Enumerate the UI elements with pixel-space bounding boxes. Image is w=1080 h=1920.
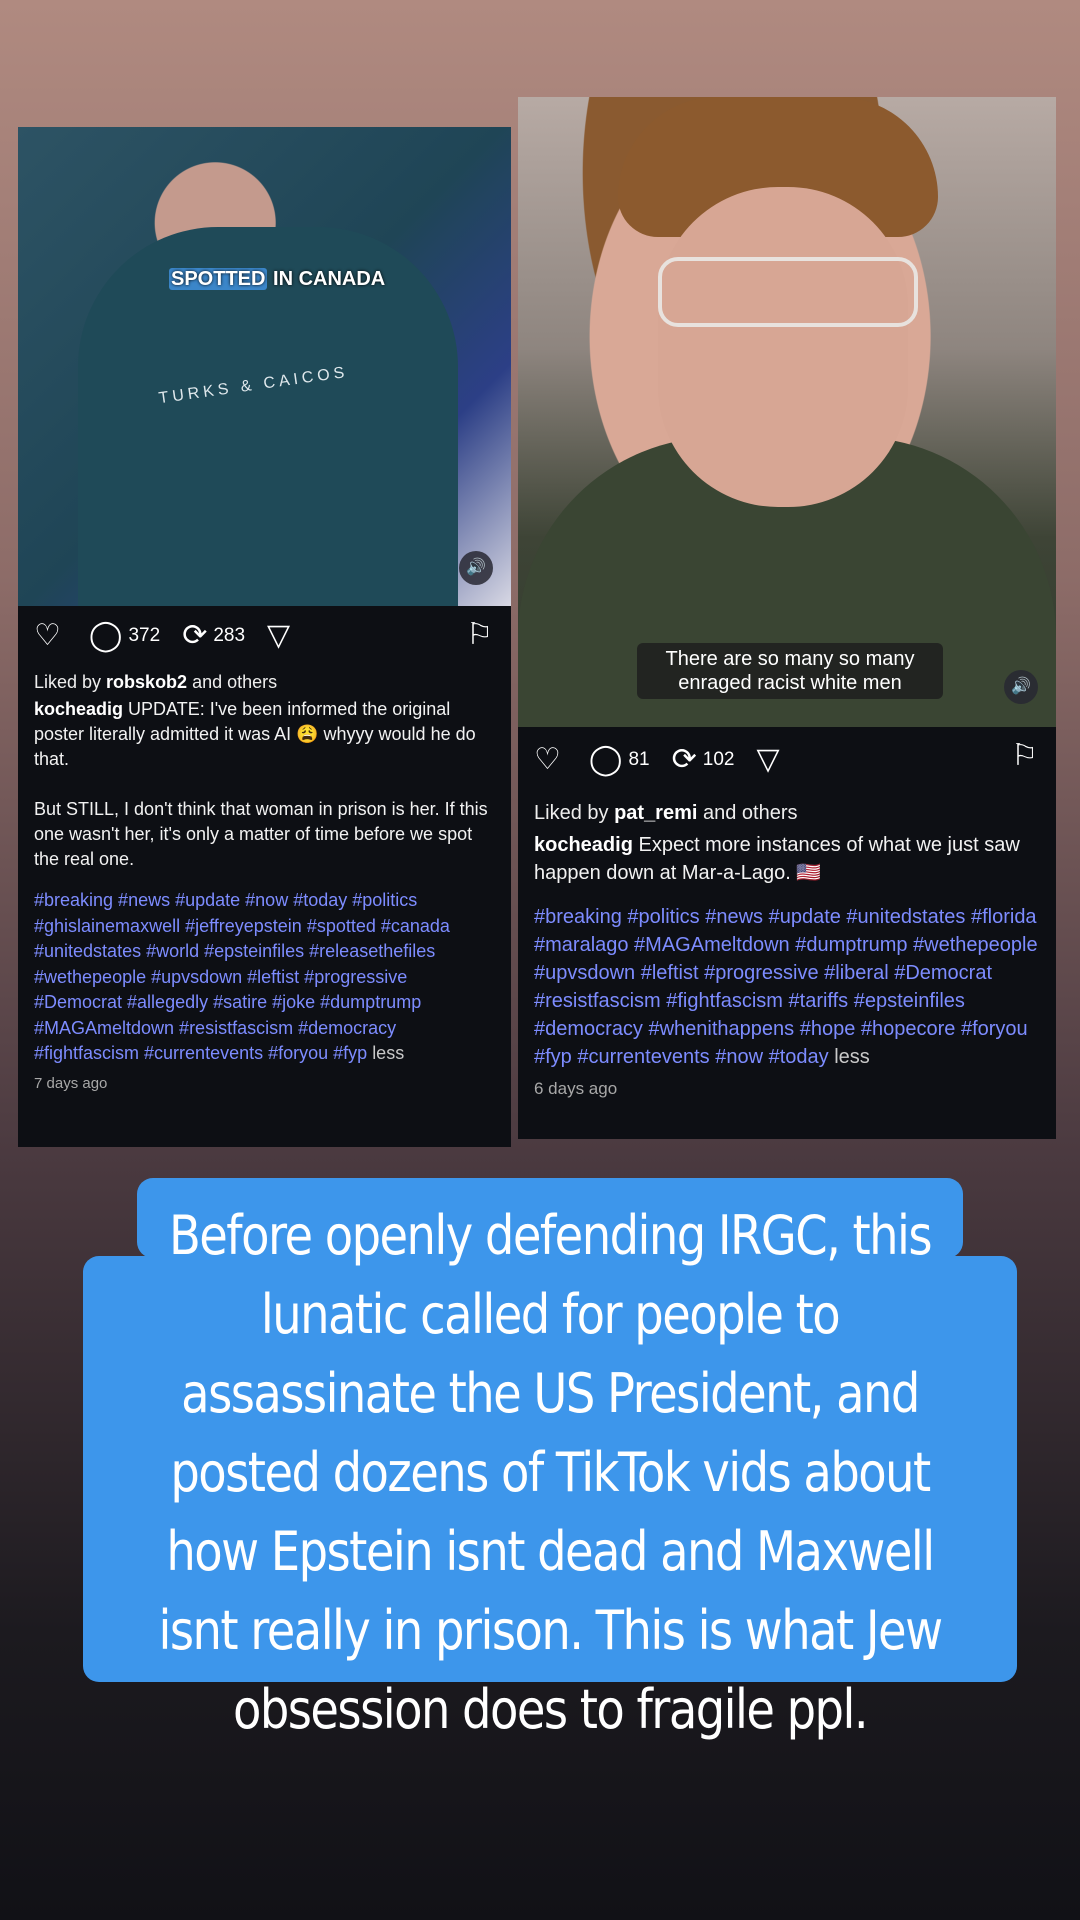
post-caption: kocheadig UPDATE: I've been informed the… <box>18 693 511 872</box>
hashtags: #breaking #politics #news #update #unite… <box>518 887 1056 1071</box>
share-button[interactable]: ▽ <box>267 621 296 651</box>
video-person-glasses <box>658 257 918 327</box>
comment-button[interactable]: ◯ 372 <box>89 621 160 651</box>
post-age: 7 days ago <box>34 1074 108 1092</box>
sound-icon[interactable]: 🔊 <box>459 551 493 585</box>
author-name[interactable]: kocheadig <box>34 699 123 719</box>
repost-icon: ⟳ <box>671 743 697 776</box>
post-video-2[interactable]: There are so many so many enraged racist… <box>518 97 1056 727</box>
caption-text: UPDATE: I've been informed the original … <box>34 699 488 869</box>
like-button[interactable]: ♡ <box>34 621 67 651</box>
comment-button[interactable]: ◯ 81 <box>589 745 650 775</box>
liked-suffix: and others <box>697 802 798 824</box>
hashtag-list[interactable]: #breaking #news #update #now #today #pol… <box>34 890 450 1063</box>
action-bar: ♡ ◯ 372 ⟳ 283 ▽ ⚐ <box>18 606 511 666</box>
repost-button[interactable]: ⟳ 283 <box>182 621 245 651</box>
liked-user[interactable]: robskob2 <box>106 672 187 692</box>
post-video-1[interactable]: TURKS & CAICOS SPOTTED IN CANADA 🔊 <box>18 127 511 606</box>
share-button[interactable]: ▽ <box>756 745 785 775</box>
post-caption: kocheadig Expect more instances of what … <box>518 827 1056 887</box>
hashtag-list[interactable]: #breaking #politics #news #update #unite… <box>534 906 1038 1068</box>
overlay-highlight: SPOTTED <box>169 268 268 290</box>
sound-icon[interactable]: 🔊 <box>1004 670 1038 704</box>
comment-icon: ◯ <box>588 743 623 776</box>
action-bar: ♡ ◯ 81 ⟳ 102 ▽ ⚐ <box>518 727 1056 793</box>
comment-count: 372 <box>128 625 161 646</box>
post-card-1: TURKS & CAICOS SPOTTED IN CANADA 🔊 ♡ ◯ 37… <box>18 127 511 1147</box>
repost-button[interactable]: ⟳ 102 <box>672 745 735 775</box>
video-caption-overlay: There are so many so many enraged racist… <box>637 643 943 699</box>
video-person-face <box>658 187 908 507</box>
story-text-banner: Before openly defending IRGC, this lunat… <box>158 1204 943 1741</box>
author-name[interactable]: kocheadig <box>534 834 633 856</box>
comment-icon: ◯ <box>88 619 123 652</box>
liked-suffix: and others <box>187 672 278 692</box>
overlay-rest: IN CANADA <box>267 268 386 290</box>
liked-prefix: Liked by <box>534 802 615 824</box>
video-caption-overlay: SPOTTED IN CANADA <box>151 263 403 295</box>
post-age: 6 days ago <box>534 1079 618 1098</box>
heart-icon: ♡ <box>534 743 561 776</box>
bookmark-icon[interactable]: ⚐ <box>1011 741 1038 771</box>
liked-user[interactable]: pat_remi <box>614 802 697 824</box>
post-card-2: There are so many so many enraged racist… <box>518 97 1056 1139</box>
bookmark-icon[interactable]: ⚐ <box>466 620 493 650</box>
less-link[interactable]: less <box>372 1043 404 1063</box>
less-link[interactable]: less <box>834 1046 870 1068</box>
repost-count: 283 <box>213 625 246 646</box>
liked-prefix: Liked by <box>34 672 107 692</box>
hashtags: #breaking #news #update #now #today #pol… <box>18 872 511 1067</box>
liked-by: Liked by robskob2 and others <box>18 666 511 693</box>
repost-count: 102 <box>702 749 735 770</box>
heart-icon: ♡ <box>34 619 61 652</box>
comment-count: 81 <box>628 749 650 770</box>
liked-by: Liked by pat_remi and others <box>518 793 1056 827</box>
send-icon: ▽ <box>756 743 780 776</box>
send-icon: ▽ <box>267 619 291 652</box>
like-button[interactable]: ♡ <box>534 745 567 775</box>
repost-icon: ⟳ <box>182 619 208 652</box>
